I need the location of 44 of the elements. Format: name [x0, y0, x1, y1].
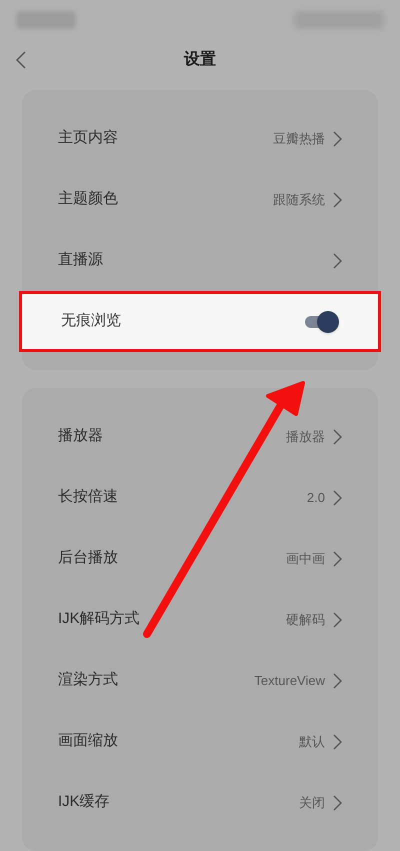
settings-row[interactable]: 播放器 播放器 — [22, 406, 378, 467]
settings-row[interactable]: 直播源 — [22, 230, 378, 291]
setting-label: 长按倍速 — [58, 487, 118, 508]
chevron-icon — [333, 130, 342, 146]
setting-label: 主页内容 — [58, 128, 118, 148]
chevron-icon — [333, 612, 342, 628]
settings-row[interactable]: 后台播放 画中画 — [22, 528, 378, 589]
chevron-icon — [333, 490, 342, 506]
settings-row[interactable]: IJK解码方式 硬解码 — [22, 589, 378, 650]
chevron-icon — [333, 794, 342, 810]
chevron-icon — [333, 734, 342, 750]
setting-label: 主题颜色 — [58, 189, 118, 210]
chevron-icon — [333, 252, 342, 268]
settings-row[interactable]: 主题颜色 跟随系统 — [22, 169, 378, 230]
setting-label: 画面缩放 — [58, 731, 118, 752]
setting-label: 直播源 — [58, 250, 103, 270]
settings-row[interactable]: 渲染方式 TextureView — [22, 650, 378, 711]
settings-row[interactable]: 长按倍速 2.0 — [22, 467, 378, 528]
setting-label: IJK缓存 — [58, 792, 110, 812]
setting-value: 关闭 — [299, 794, 325, 812]
setting-value: 播放器 — [286, 428, 325, 446]
settings-row[interactable]: 无痕浏览 — [19, 291, 381, 352]
setting-value: 豆瓣热播 — [273, 130, 325, 148]
setting-label: 播放器 — [58, 426, 103, 446]
settings-row[interactable]: 主页内容 豆瓣热播 — [22, 108, 378, 169]
setting-value: TextureView — [254, 672, 325, 690]
setting-value: 默认 — [299, 732, 325, 751]
back-icon[interactable] — [15, 51, 27, 69]
chevron-icon — [333, 550, 342, 566]
chevron-icon — [333, 672, 342, 688]
setting-label: IJK解码方式 — [58, 609, 140, 630]
setting-value: 跟随系统 — [273, 190, 325, 209]
chevron-icon — [333, 192, 342, 208]
setting-label: 后台播放 — [58, 548, 118, 568]
settings-row[interactable]: 画面缩放 默认 — [22, 711, 378, 772]
chevron-icon — [333, 428, 342, 444]
toggle-switch[interactable] — [305, 310, 339, 332]
setting-value: 画中画 — [286, 550, 325, 568]
setting-value: 2.0 — [306, 488, 325, 507]
setting-label: 无痕浏览 — [61, 311, 121, 332]
settings-row[interactable]: IJK缓存 关闭 — [22, 772, 378, 833]
setting-value: 硬解码 — [286, 610, 325, 629]
setting-label: 渲染方式 — [58, 670, 118, 690]
page-title: 设置 — [184, 50, 216, 70]
